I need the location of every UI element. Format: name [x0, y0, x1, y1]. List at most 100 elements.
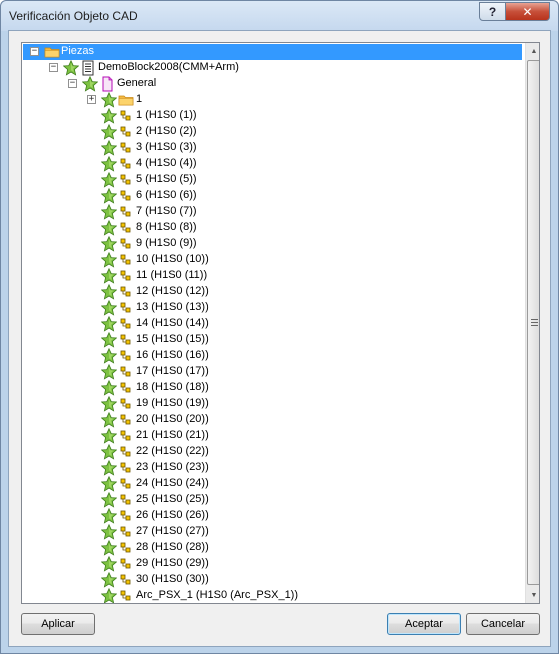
- feature-icon: [118, 268, 134, 284]
- star-icon: [100, 347, 118, 364]
- scrollbar-thumb[interactable]: [527, 60, 539, 585]
- apply-button[interactable]: Aplicar: [21, 613, 95, 635]
- star-icon: [100, 539, 118, 556]
- collapse-icon[interactable]: −: [30, 47, 39, 56]
- tree-item[interactable]: 27 (H1S0 (27)): [23, 523, 522, 540]
- tree-item[interactable]: 6 (H1S0 (6)): [23, 187, 522, 204]
- tree-item[interactable]: Arc_PSX_1 (H1S0 (Arc_PSX_1)): [23, 587, 522, 603]
- dialog-window: Verificación Objeto CAD ? ✕ − Piezas − Demo…: [0, 0, 559, 654]
- tree-item[interactable]: 3 (H1S0 (3)): [23, 139, 522, 156]
- feature-icon: [118, 220, 134, 236]
- star-icon: [100, 107, 118, 124]
- star-icon: [100, 139, 118, 156]
- tree-item[interactable]: 16 (H1S0 (16)): [23, 347, 522, 364]
- tree-item[interactable]: − Piezas: [23, 44, 522, 60]
- object-tree[interactable]: − Piezas − DemoBlock2008(CMM+Arm) − General +1…: [21, 42, 540, 604]
- tree-item[interactable]: 29 (H1S0 (29)): [23, 555, 522, 572]
- tree-item-label: 10 (H1S0 (10)): [136, 253, 209, 265]
- tree-item[interactable]: 5 (H1S0 (5)): [23, 171, 522, 188]
- tree-item[interactable]: 28 (H1S0 (28)): [23, 539, 522, 556]
- star-icon: [100, 427, 118, 444]
- feature-icon: [118, 204, 134, 220]
- window-title: Verificación Objeto CAD: [9, 9, 138, 23]
- tree-item-label: 22 (H1S0 (22)): [136, 445, 209, 457]
- folder-icon: [118, 92, 134, 108]
- tree-item-label: 15 (H1S0 (15)): [136, 333, 209, 345]
- feature-icon: [118, 572, 134, 588]
- tree-item[interactable]: 7 (H1S0 (7)): [23, 203, 522, 220]
- feature-icon: [118, 396, 134, 412]
- tree-item[interactable]: 2 (H1S0 (2)): [23, 123, 522, 140]
- tree-item[interactable]: 30 (H1S0 (30)): [23, 571, 522, 588]
- tree-item[interactable]: 23 (H1S0 (23)): [23, 459, 522, 476]
- tree-item-label: 12 (H1S0 (12)): [136, 285, 209, 297]
- close-button[interactable]: ✕: [505, 2, 550, 21]
- star-icon: [100, 459, 118, 476]
- tree-item[interactable]: 21 (H1S0 (21)): [23, 427, 522, 444]
- star-icon: [100, 395, 118, 412]
- feature-icon: [118, 380, 134, 396]
- tree-item[interactable]: 22 (H1S0 (22)): [23, 443, 522, 460]
- tree-item[interactable]: 15 (H1S0 (15)): [23, 331, 522, 348]
- star-icon: [100, 123, 118, 140]
- feature-icon: [118, 156, 134, 172]
- feature-icon: [118, 364, 134, 380]
- tree-item[interactable]: 24 (H1S0 (24)): [23, 475, 522, 492]
- tree-item-label: DemoBlock2008(CMM+Arm): [98, 61, 239, 73]
- vertical-scrollbar[interactable]: ▲ ▼: [525, 43, 539, 603]
- tree-item-label: 11 (H1S0 (11)): [136, 269, 208, 281]
- tree-item[interactable]: 8 (H1S0 (8)): [23, 219, 522, 236]
- tree-item-label: 27 (H1S0 (27)): [136, 525, 209, 537]
- tree-item-label: 20 (H1S0 (20)): [136, 413, 209, 425]
- tree-item[interactable]: 25 (H1S0 (25)): [23, 491, 522, 508]
- tree-item[interactable]: 20 (H1S0 (20)): [23, 411, 522, 428]
- star-icon: [100, 443, 118, 460]
- star-icon: [100, 235, 118, 252]
- tree-item[interactable]: 13 (H1S0 (13)): [23, 299, 522, 316]
- grip-line: [531, 325, 538, 326]
- tree-item-label: 23 (H1S0 (23)): [136, 461, 209, 473]
- tree-item[interactable]: 9 (H1S0 (9)): [23, 235, 522, 252]
- star-icon: [100, 267, 118, 284]
- tree-item-label: 13 (H1S0 (13)): [136, 301, 209, 313]
- feature-icon: [118, 252, 134, 268]
- tree-item[interactable]: − General: [23, 75, 522, 92]
- star-icon: [100, 219, 118, 236]
- collapse-icon[interactable]: −: [49, 63, 58, 72]
- dialog-client: − Piezas − DemoBlock2008(CMM+Arm) − General +1…: [8, 30, 551, 647]
- tree-item-label: 25 (H1S0 (25)): [136, 493, 209, 505]
- tree-item[interactable]: +1: [23, 91, 522, 108]
- cancel-button[interactable]: Cancelar: [466, 613, 540, 635]
- scroll-up-arrow-icon[interactable]: ▲: [526, 43, 539, 59]
- tree-item-label: 3 (H1S0 (3)): [136, 141, 197, 153]
- page-icon: [99, 76, 115, 92]
- ok-button[interactable]: Aceptar: [387, 613, 461, 635]
- tree-item-label: 30 (H1S0 (30)): [136, 573, 209, 585]
- tree-item[interactable]: 14 (H1S0 (14)): [23, 315, 522, 332]
- tree-item[interactable]: 18 (H1S0 (18)): [23, 379, 522, 396]
- star-icon: [100, 203, 118, 220]
- collapse-icon[interactable]: −: [68, 79, 77, 88]
- star-icon: [100, 363, 118, 380]
- feature-icon: [118, 556, 134, 572]
- tree-item[interactable]: 1 (H1S0 (1)): [23, 107, 522, 124]
- expand-icon[interactable]: +: [87, 95, 96, 104]
- tree-item[interactable]: 11 (H1S0 (11)): [23, 267, 522, 284]
- tree-item[interactable]: 19 (H1S0 (19)): [23, 395, 522, 412]
- tree-item[interactable]: 17 (H1S0 (17)): [23, 363, 522, 380]
- scroll-down-arrow-icon[interactable]: ▼: [526, 587, 539, 603]
- tree-item[interactable]: 26 (H1S0 (26)): [23, 507, 522, 524]
- tree-item-label: General: [117, 77, 157, 89]
- star-icon: [100, 283, 118, 300]
- title-bar[interactable]: Verificación Objeto CAD ? ✕: [1, 1, 558, 31]
- tree-item[interactable]: 10 (H1S0 (10)): [23, 251, 522, 268]
- tree-item-label: 4 (H1S0 (4)): [136, 157, 197, 169]
- tree-item[interactable]: − DemoBlock2008(CMM+Arm): [23, 59, 522, 76]
- feature-icon: [118, 444, 134, 460]
- tree-item[interactable]: 12 (H1S0 (12)): [23, 283, 522, 300]
- tree-item-label: 1 (H1S0 (1)): [136, 109, 197, 121]
- tree-item[interactable]: 4 (H1S0 (4)): [23, 155, 522, 172]
- folder-icon: [44, 44, 60, 60]
- help-button[interactable]: ?: [479, 2, 506, 21]
- tree-item-label: 21 (H1S0 (21)): [136, 429, 209, 441]
